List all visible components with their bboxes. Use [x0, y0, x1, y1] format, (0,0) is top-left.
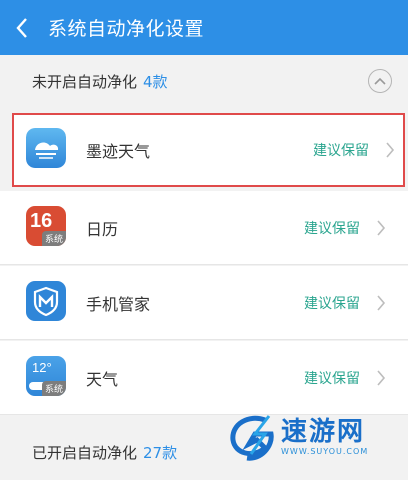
app-name: 墨迹天气 [86, 142, 151, 161]
system-badge: 系统 [41, 381, 66, 396]
back-arrow-icon[interactable] [0, 0, 44, 55]
chevron-right-icon [377, 294, 386, 311]
keep-suggestion: 建议保留 [304, 220, 360, 237]
keep-suggestion: 建议保留 [313, 143, 369, 159]
watermark-title: 速游网 [281, 416, 366, 447]
phone-manager-icon [26, 281, 66, 321]
page-title: 系统自动净化设置 [48, 18, 205, 40]
section-count: 4款 [143, 72, 168, 91]
app-name: 天气 [86, 369, 119, 389]
section-label: 未开启自动净化 [32, 72, 138, 91]
watermark-url: WWW.SUYOU.COM [281, 446, 369, 456]
section-header-not-enabled: 未开启自动净化 4款 [0, 55, 408, 107]
calendar-icon: 16 系统 [26, 206, 66, 246]
system-badge: 系统 [41, 231, 66, 246]
title-bar: 系统自动净化设置 [0, 0, 408, 55]
suyou-logo-icon [230, 415, 274, 461]
keep-suggestion: 建议保留 [304, 370, 360, 387]
collapse-up-icon[interactable] [368, 69, 392, 93]
weather-temp: 12° [32, 360, 52, 375]
list-item-moji-weather[interactable]: 墨迹天气 建议保留 [12, 113, 405, 187]
section-count: 27款 [143, 443, 178, 462]
chevron-right-icon [377, 219, 386, 236]
chevron-right-icon [377, 369, 386, 386]
list-item-weather[interactable]: 12° 系统 天气 建议保留 [0, 341, 408, 415]
list-item-phone-manager[interactable]: 手机管家 建议保留 [0, 266, 408, 340]
moji-weather-icon [26, 128, 66, 168]
weather-icon: 12° 系统 [26, 356, 66, 396]
section-label: 已开启自动净化 [32, 443, 138, 462]
watermark-logo: 速游网 WWW.SUYOU.COM [225, 410, 405, 462]
app-name: 日历 [86, 219, 119, 239]
app-name: 手机管家 [86, 294, 151, 314]
list-item-calendar[interactable]: 16 系统 日历 建议保留 [0, 191, 408, 265]
keep-suggestion: 建议保留 [304, 295, 360, 312]
chevron-right-icon [386, 142, 395, 158]
calendar-day: 16 [30, 210, 53, 232]
